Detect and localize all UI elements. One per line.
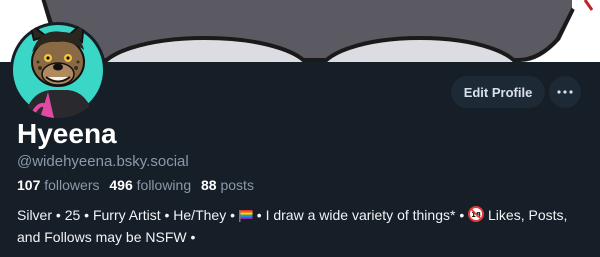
hyena-avatar-image [13,22,103,118]
profile-header: Edit Profile Hyeena @widehyeena.bsky.soc… [0,0,600,257]
posts-label: posts [220,177,254,193]
no-under-18-icon: 18 [468,206,485,227]
followers-count: 107 [17,177,41,193]
posts-stat: 88 posts [201,177,254,193]
profile-handle: @widehyeena.bsky.social [17,153,189,170]
rainbow-flag-icon [238,207,253,227]
edit-profile-label: Edit Profile [463,84,533,100]
bio-text-part2: • I draw a wide variety of things* • [252,207,469,223]
following-label: following [136,177,192,193]
bio-text-part1: Silver • 25 • Furry Artist • He/They • [17,207,239,223]
profile-stats: 107 followers 496 following 88 posts [17,176,260,194]
edit-profile-button[interactable]: Edit Profile [451,76,545,108]
followers-label: followers [44,177,100,193]
followers-stat[interactable]: 107 followers [17,177,103,193]
profile-bio: Silver • 25 • Furry Artist • He/They • •… [17,205,587,247]
ellipsis-icon [557,90,573,94]
following-count: 496 [109,177,133,193]
avatar[interactable] [10,22,106,118]
more-options-button[interactable] [549,76,581,108]
following-stat[interactable]: 496 following [109,177,195,193]
display-name: Hyeena [17,118,117,149]
posts-count: 88 [201,177,217,193]
